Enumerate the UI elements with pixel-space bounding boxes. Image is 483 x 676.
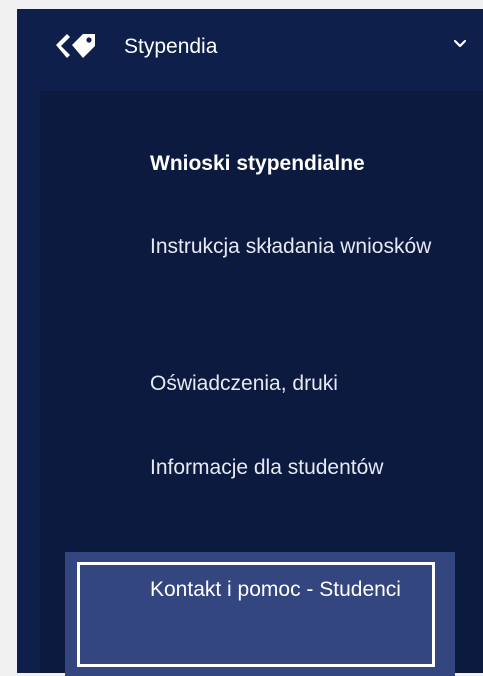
menu-item-label: Informacje dla studentów (150, 456, 384, 479)
menu-item-label: Oświadczenia, druki (150, 372, 338, 395)
section-label: Stypendia (124, 35, 218, 58)
section-header-stypendia[interactable]: Stypendia (17, 9, 483, 85)
menu-item-kontakt[interactable]: Kontakt i pomoc - Studenci (65, 552, 455, 676)
menu-item-label: Kontakt i pomoc - Studenci (150, 578, 401, 601)
menu-item-label: Wnioski stypendialne (150, 152, 365, 175)
menu-item-informacje[interactable]: Informacje dla studentów (40, 443, 483, 538)
menu-item-label: Instrukcja składania wniosków (150, 235, 432, 258)
chevron-down-icon[interactable] (453, 39, 467, 49)
tags-icon (56, 34, 95, 58)
sidebar-menu: Stypendia Wnioski stypendialne Instrukcj… (17, 9, 483, 676)
menu-item-oswiadczenia[interactable]: Oświadczenia, druki (40, 356, 483, 416)
menu-item-instrukcja[interactable]: Instrukcja składania wniosków (40, 221, 483, 316)
submenu: Wnioski stypendialne Instrukcja składani… (40, 91, 483, 676)
menu-item-wnioski-stypendialne[interactable]: Wnioski stypendialne (40, 134, 483, 194)
